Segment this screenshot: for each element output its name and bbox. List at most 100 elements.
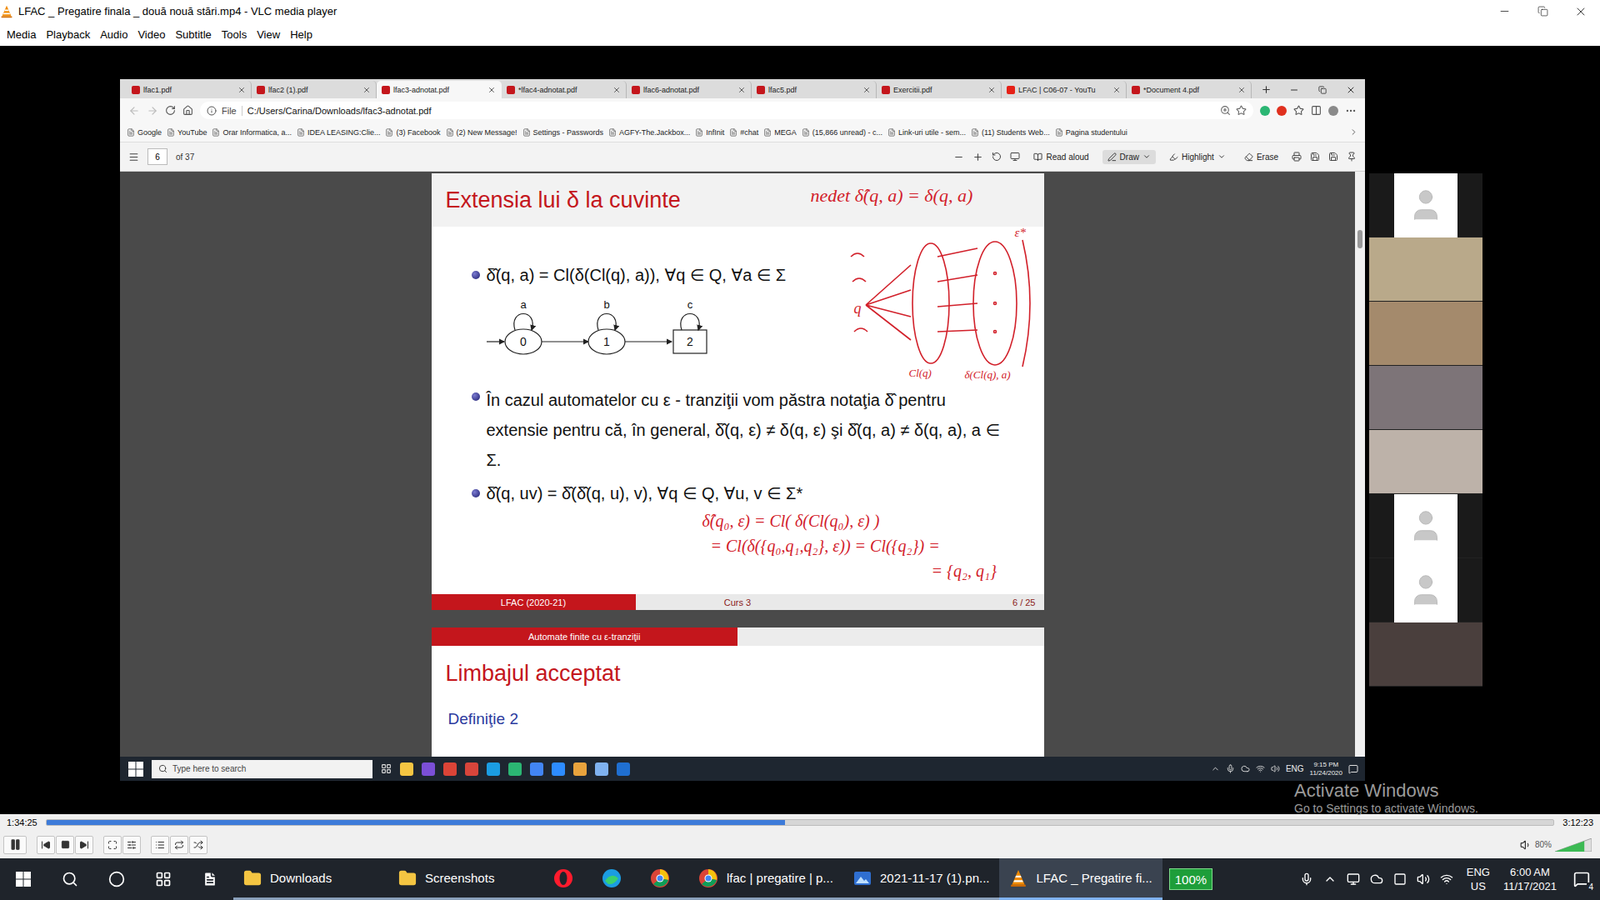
inner-clock[interactable]: 9:15 PM11/24/2020	[1310, 760, 1343, 776]
zoom-icon[interactable]	[1220, 105, 1231, 116]
participant-tile[interactable]	[1369, 494, 1483, 559]
tab-close-icon[interactable]	[737, 85, 746, 95]
bookmark[interactable]: AGFY-The.Jackbox...	[608, 128, 690, 137]
next-button[interactable]	[75, 835, 94, 855]
browser-tab[interactable]: lfac5.pdf	[751, 80, 877, 99]
more-bookmarks-icon[interactable]	[1349, 127, 1359, 137]
tab-close-icon[interactable]	[987, 85, 996, 95]
minimize-button[interactable]	[1485, 0, 1524, 23]
pdf-tool-button[interactable]: Highlight	[1164, 150, 1231, 165]
bookmark[interactable]: InfInit	[695, 128, 725, 137]
tab-close-icon[interactable]	[862, 85, 871, 95]
volume-icon[interactable]	[1416, 872, 1430, 886]
rotate-icon[interactable]	[991, 151, 1002, 162]
bookmark[interactable]: (11) Students Web...	[970, 128, 1050, 137]
notification-icon[interactable]	[1348, 764, 1359, 775]
profile-icon[interactable]	[1328, 105, 1339, 116]
browser-tab[interactable]: LFAC | C06-07 - YouTu	[1001, 80, 1127, 99]
scrollbar[interactable]	[1355, 171, 1365, 757]
pdf-tool-button[interactable]: Draw	[1102, 150, 1156, 165]
tray-overflow-icon[interactable]	[1323, 872, 1337, 886]
fit-page-icon[interactable]	[1010, 151, 1020, 162]
mic-icon[interactable]	[1300, 872, 1314, 886]
tab-close-icon[interactable]	[1112, 85, 1121, 95]
pause-button[interactable]	[3, 835, 27, 855]
task-view-button[interactable]	[140, 858, 187, 900]
tab-close-icon[interactable]	[487, 85, 496, 95]
tray-overflow-icon[interactable]	[1210, 764, 1220, 774]
more-icon[interactable]	[1345, 105, 1357, 117]
new-tab-button[interactable]	[1251, 80, 1280, 99]
bookmark[interactable]: (3) Facebook	[385, 128, 440, 137]
collections-icon[interactable]	[1310, 105, 1322, 116]
favorites-icon[interactable]	[1293, 105, 1305, 116]
menu-item[interactable]: Media	[1, 25, 41, 45]
tab-close-icon[interactable]	[1237, 85, 1246, 95]
pdf-tool-button[interactable]: Erase	[1239, 150, 1284, 165]
participant-tile[interactable]	[1369, 622, 1483, 687]
inner-language[interactable]: ENG	[1285, 764, 1305, 774]
speaker-icon[interactable]	[1520, 839, 1532, 851]
app-icon[interactable]	[551, 762, 565, 776]
inner-minimize-button[interactable]	[1280, 80, 1309, 99]
bookmark[interactable]: YouTube	[166, 128, 207, 137]
participant-tile[interactable]	[1369, 301, 1483, 366]
playlist-button[interactable]	[150, 835, 170, 855]
inner-restore-button[interactable]	[1308, 80, 1337, 99]
seek-bar[interactable]	[45, 819, 1555, 826]
tab-close-icon[interactable]	[612, 85, 621, 95]
menu-item[interactable]: Audio	[95, 25, 133, 45]
app-icon[interactable]	[443, 762, 457, 776]
restore-button[interactable]	[1523, 0, 1562, 23]
previous-button[interactable]	[36, 835, 55, 855]
clock[interactable]: 6:00 AM11/17/2021	[1496, 858, 1564, 900]
favorite-icon[interactable]	[1235, 105, 1247, 116]
task-view-icon[interactable]	[380, 763, 392, 775]
app-icon[interactable]	[616, 762, 630, 776]
taskbar-app[interactable]	[640, 858, 689, 900]
participant-tile[interactable]	[1369, 430, 1483, 495]
browser-tab[interactable]: lfac6-adnotat.pdf	[626, 80, 752, 99]
taskbar-app[interactable]: lfac | pregatire | p...	[688, 858, 844, 900]
cortana-button[interactable]	[93, 858, 140, 900]
inner-search-field[interactable]: Type here to search	[151, 760, 373, 779]
menu-item[interactable]: View	[251, 25, 285, 45]
notepad-button[interactable]	[186, 858, 234, 900]
menu-item[interactable]: Playback	[40, 25, 95, 45]
contents-icon[interactable]	[128, 151, 140, 163]
volume-slider[interactable]	[1555, 838, 1592, 852]
language-indicator[interactable]: ENGUS	[1460, 858, 1497, 900]
extension-icon[interactable]	[1276, 105, 1287, 116]
menu-item[interactable]: Video	[132, 25, 170, 45]
refresh-button[interactable]	[165, 105, 176, 116]
save-icon[interactable]	[1310, 151, 1320, 162]
cloud-icon[interactable]	[1370, 872, 1384, 886]
bookmark[interactable]: Pagina studentului	[1055, 128, 1128, 137]
app-icon[interactable]	[508, 762, 522, 776]
bookmark[interactable]: Orar Informatica, a...	[211, 128, 292, 137]
fullscreen-button[interactable]	[103, 835, 122, 855]
start-button[interactable]	[0, 858, 47, 900]
menu-item[interactable]: Help	[285, 25, 318, 45]
menu-item[interactable]: Subtitle	[170, 25, 216, 45]
browser-tab[interactable]: lfac3-adnotat.pdf	[376, 80, 502, 99]
wifi-icon[interactable]	[1255, 764, 1265, 774]
cloud-icon[interactable]	[1240, 764, 1250, 774]
bookmark[interactable]: Settings - Passwords	[522, 128, 605, 137]
taskbar-app[interactable]: LFAC _ Pregatire fi...	[999, 858, 1162, 900]
page-number-field[interactable]: 6	[147, 148, 168, 165]
scroll-thumb[interactable]	[1357, 230, 1363, 249]
wifi-icon[interactable]	[1440, 872, 1454, 886]
extension-icon[interactable]	[1260, 105, 1270, 116]
app-icon[interactable]	[421, 762, 435, 776]
bookmark[interactable]: IDEA LEASING:Clie...	[296, 128, 381, 137]
volume-icon[interactable]	[1270, 764, 1280, 774]
taskbar-app[interactable]: Downloads	[233, 858, 389, 900]
notification-center[interactable]: 4	[1563, 858, 1600, 900]
close-button[interactable]	[1561, 0, 1600, 23]
print-icon[interactable]	[1291, 151, 1302, 162]
app-icon[interactable]	[530, 762, 544, 776]
app-icon[interactable]	[465, 762, 479, 776]
battery-icon[interactable]	[1393, 872, 1407, 886]
participant-tile[interactable]	[1369, 365, 1483, 430]
